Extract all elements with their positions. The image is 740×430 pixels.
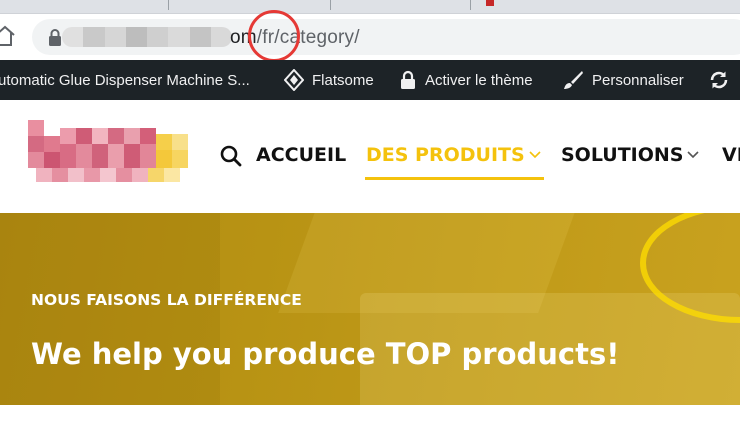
admin-bar-customize[interactable]: Personnaliser (562, 60, 684, 100)
site-header: ACCUEIL DES PRODUITS SOLUTIONS VI (0, 100, 740, 213)
tab-separator (168, 0, 169, 10)
admin-bar-site-name[interactable]: utomatic Glue Dispenser Machine S... (0, 60, 250, 100)
browser-address-row: om/fr/category/ (0, 14, 740, 60)
admin-bar-flatsome[interactable]: Flatsome (284, 60, 374, 100)
tab-separator (330, 0, 331, 10)
active-nav-underline (365, 177, 544, 180)
hero-banner: NOUS FAISONS LA DIFFÉRENCE We help you p… (0, 213, 740, 405)
nav-item-label: DES PRODUITS (366, 144, 525, 166)
hero-bg-shape (0, 213, 220, 405)
chevron-down-icon (529, 151, 541, 159)
nav-item-label: VI (722, 144, 740, 166)
nav-item-label: SOLUTIONS (561, 144, 684, 166)
site-logo[interactable] (28, 120, 188, 184)
lock-icon (401, 70, 415, 89)
admin-bar-activate-theme[interactable]: Activer le thème (399, 60, 533, 100)
refresh-icon (710, 71, 728, 89)
nav-item-accueil[interactable]: ACCUEIL (256, 144, 346, 166)
nav-item-solutions[interactable]: SOLUTIONS (561, 144, 700, 166)
tab-separator (470, 0, 471, 10)
search-icon[interactable] (220, 145, 242, 167)
wp-admin-bar: utomatic Glue Dispenser Machine S... Fla… (0, 60, 740, 100)
browser-tab-strip (0, 0, 740, 14)
admin-bar-flatsome-label: Flatsome (312, 71, 374, 89)
admin-bar-activate-label: Activer le thème (425, 71, 533, 89)
admin-bar-site-label: utomatic Glue Dispenser Machine S... (0, 71, 250, 89)
nav-item-des-produits[interactable]: DES PRODUITS (366, 144, 541, 166)
tab-favicon[interactable] (486, 0, 494, 6)
hero-eyebrow: NOUS FAISONS LA DIFFÉRENCE (31, 291, 302, 309)
admin-bar-updates[interactable] (708, 60, 738, 100)
chevron-down-icon (687, 151, 700, 159)
flatsome-diamond-icon (284, 69, 304, 91)
nav-item-cropped[interactable]: VI (722, 144, 740, 166)
brush-icon (564, 71, 583, 89)
hero-headline: We help you produce TOP products! (31, 337, 620, 371)
annotation-circle (248, 10, 300, 62)
admin-bar-customize-label: Personnaliser (592, 71, 684, 89)
blurred-domain (62, 27, 232, 47)
home-icon[interactable] (0, 24, 16, 48)
nav-item-label: ACCUEIL (256, 144, 347, 166)
page-content-area (0, 405, 740, 430)
